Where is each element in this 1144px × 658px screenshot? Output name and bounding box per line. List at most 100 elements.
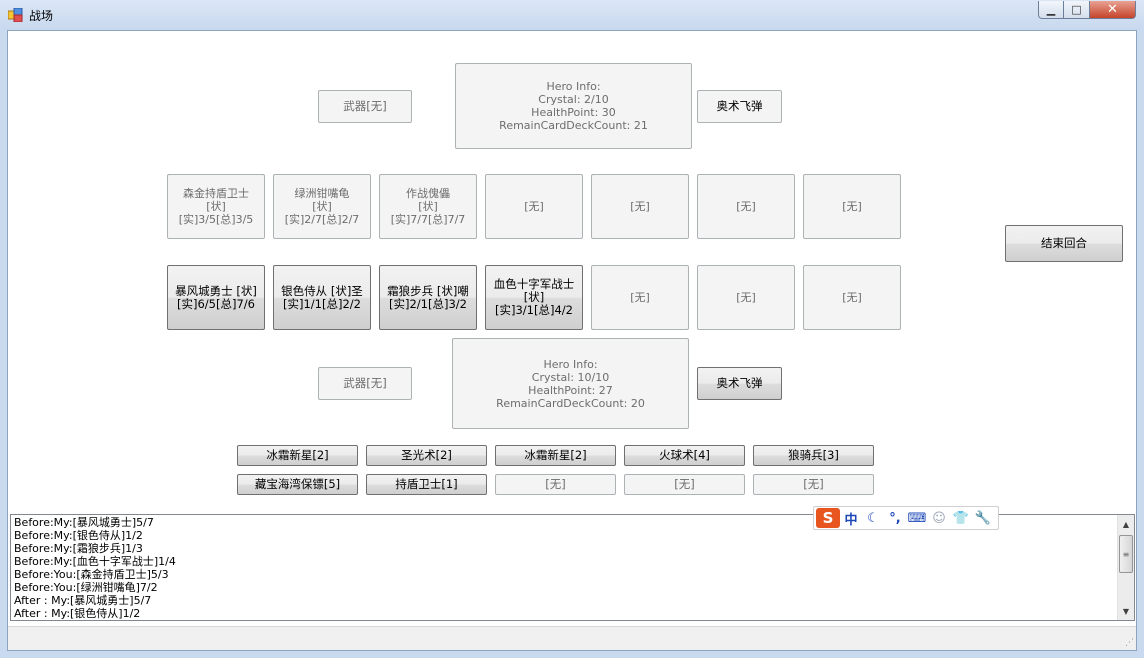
log-line: Before:My:[霜狼步兵]1/3 bbox=[14, 542, 143, 555]
my-minion-slot-2[interactable]: 银色侍从 [状]圣 [实]1/1[总]2/2 bbox=[273, 265, 371, 330]
enemy-minion-slot-1[interactable]: 森金持盾卫士 [状] [实]3/5[总]3/5 bbox=[167, 174, 265, 239]
minion-status: [状] bbox=[418, 200, 438, 213]
log-line: After : My:[银色侍从]1/2 bbox=[14, 607, 141, 620]
minion-empty: [无] bbox=[736, 291, 756, 304]
enemy-weapon-button[interactable]: 武器[无] bbox=[318, 90, 412, 123]
log-line: After : My:[暴风城勇士]5/7 bbox=[14, 594, 152, 607]
hand-card-5[interactable]: 狼骑兵[3] bbox=[753, 445, 874, 466]
ime-halfwidth-icon[interactable]: ☾ bbox=[862, 508, 884, 528]
hand-card-7[interactable]: 持盾卫士[1] bbox=[366, 474, 487, 495]
minion-status: [状] bbox=[312, 200, 332, 213]
minion-name: 霜狼步兵 bbox=[387, 283, 434, 298]
hand-card-6[interactable]: 藏宝海湾保镖[5] bbox=[237, 474, 358, 495]
hand-card-4[interactable]: 火球术[4] bbox=[624, 445, 745, 466]
minion-name: 作战傀儡 bbox=[405, 187, 450, 200]
hand-card-9[interactable]: [无] bbox=[624, 474, 745, 495]
my-hero-info[interactable]: Hero Info: Crystal: 10/10 HealthPoint: 2… bbox=[452, 338, 689, 429]
ime-toolbar: S 中 ☾ °, ⌨ ☺ 👕 🔧 bbox=[813, 506, 999, 530]
minion-stats: [实]3/1[总]4/2 bbox=[495, 303, 573, 317]
scroll-up-icon[interactable]: ▲ bbox=[1118, 516, 1134, 532]
app-icon bbox=[8, 8, 23, 22]
minion-stats: [实]1/1[总]2/2 bbox=[283, 296, 361, 311]
hand-card-3[interactable]: 冰霜新星[2] bbox=[495, 445, 616, 466]
my-hero-health: HealthPoint: 27 bbox=[528, 383, 613, 397]
hand-card-2[interactable]: 圣光术[2] bbox=[366, 445, 487, 466]
enemy-minion-slot-2[interactable]: 绿洲钳嘴龟 [状] [实]2/7[总]2/7 bbox=[273, 174, 371, 239]
my-hero-deck-count: RemainCardDeckCount: 20 bbox=[496, 396, 645, 410]
scroll-down-icon[interactable]: ▼ bbox=[1118, 603, 1134, 619]
sogou-logo-icon[interactable]: S bbox=[816, 508, 840, 528]
minion-empty: [无] bbox=[842, 291, 862, 304]
ime-user-icon[interactable]: ☺ bbox=[928, 508, 950, 528]
maximize-icon: □ bbox=[1071, 3, 1082, 16]
my-minion-slot-5[interactable]: [无] bbox=[591, 265, 689, 330]
ime-punctuation-icon[interactable]: °, bbox=[884, 508, 906, 528]
my-minion-slot-3[interactable]: 霜狼步兵 [状]嘲 [实]2/1[总]3/2 bbox=[379, 265, 477, 330]
minion-name: 绿洲钳嘴龟 bbox=[294, 187, 350, 200]
end-turn-button[interactable]: 结束回合 bbox=[1005, 225, 1123, 262]
minion-empty: [无] bbox=[630, 200, 650, 213]
battle-log[interactable]: Before:My:[暴风城勇士]5/7 Before:My:[银色侍从]1/2… bbox=[10, 514, 1135, 621]
ime-tools-icon[interactable]: 🔧 bbox=[972, 508, 994, 528]
my-hero-info-line: Hero Info: bbox=[543, 357, 598, 371]
ime-chinese-mode-icon[interactable]: 中 bbox=[840, 508, 862, 528]
battlefield-client: 武器[无] Hero Info: Crystal: 2/10 HealthPoi… bbox=[7, 30, 1137, 651]
my-hero-crystal: Crystal: 10/10 bbox=[531, 370, 610, 384]
minion-name: 银色侍从 bbox=[281, 283, 328, 298]
scroll-thumb[interactable]: ≡ bbox=[1119, 535, 1133, 573]
ime-skin-icon[interactable]: 👕 bbox=[950, 508, 972, 528]
hand-card-10[interactable]: [无] bbox=[753, 474, 874, 495]
log-scrollbar[interactable]: ▲ ≡ ▼ bbox=[1117, 515, 1134, 620]
window-title: 战场 bbox=[29, 9, 54, 23]
minion-status: [状] bbox=[206, 200, 226, 213]
enemy-minion-slot-5[interactable]: [无] bbox=[591, 174, 689, 239]
title-bar: 战场 ▁ □ ✕ bbox=[0, 0, 1144, 30]
enemy-minion-slot-3[interactable]: 作战傀儡 [状] [实]7/7[总]7/7 bbox=[379, 174, 477, 239]
minimize-icon: ▁ bbox=[1046, 3, 1056, 16]
minion-empty: [无] bbox=[524, 200, 544, 213]
resize-grip-icon[interactable]: ⋰ bbox=[1125, 638, 1134, 648]
enemy-hero-health: HealthPoint: 30 bbox=[531, 106, 616, 119]
minion-name: 森金持盾卫士 bbox=[182, 187, 249, 200]
my-minion-slot-1[interactable]: 暴风城勇士 [状] [实]6/5[总]7/6 bbox=[167, 265, 265, 330]
window-controls: ▁ □ ✕ bbox=[1038, 1, 1136, 19]
my-minion-slot-6[interactable]: [无] bbox=[697, 265, 795, 330]
my-hero-power-button[interactable]: 奥术飞弹 bbox=[697, 367, 782, 400]
enemy-hero-deck-count: RemainCardDeckCount: 21 bbox=[499, 119, 648, 132]
minion-status: [状]圣 bbox=[330, 283, 363, 298]
minion-stats: [实]2/7[总]2/7 bbox=[284, 213, 360, 226]
log-line: Before:My:[银色侍从]1/2 bbox=[14, 529, 143, 542]
minion-status: [状]嘲 bbox=[436, 283, 469, 298]
minion-name: 暴风城勇士 bbox=[175, 283, 233, 298]
minion-stats: [实]2/1[总]3/2 bbox=[389, 296, 467, 311]
enemy-minion-slot-6[interactable]: [无] bbox=[697, 174, 795, 239]
minion-status: [状] bbox=[523, 290, 545, 304]
enemy-minion-slot-4[interactable]: [无] bbox=[485, 174, 583, 239]
log-line: Before:My:[暴风城勇士]5/7 bbox=[14, 516, 154, 529]
minion-empty: [无] bbox=[842, 200, 862, 213]
enemy-hero-info-line: Hero Info: bbox=[546, 80, 601, 93]
status-bar: ⋰ bbox=[8, 626, 1136, 650]
log-line: Before:You:[森金持盾卫士]5/3 bbox=[14, 568, 169, 581]
minimize-button[interactable]: ▁ bbox=[1038, 1, 1064, 19]
minion-stats: [实]3/5[总]3/5 bbox=[178, 213, 254, 226]
log-lines: Before:My:[暴风城勇士]5/7 Before:My:[银色侍从]1/2… bbox=[14, 516, 176, 620]
hand-card-1[interactable]: 冰霜新星[2] bbox=[237, 445, 358, 466]
log-line: Before:You:[绿洲钳嘴龟]7/2 bbox=[14, 581, 158, 594]
enemy-hero-crystal: Crystal: 2/10 bbox=[538, 93, 609, 106]
my-weapon-button[interactable]: 武器[无] bbox=[318, 367, 412, 400]
enemy-hero-power-button[interactable]: 奥术飞弹 bbox=[697, 90, 782, 123]
close-icon: ✕ bbox=[1107, 2, 1118, 17]
ime-keyboard-icon[interactable]: ⌨ bbox=[906, 508, 928, 528]
minion-empty: [无] bbox=[630, 291, 650, 304]
minion-empty: [无] bbox=[736, 200, 756, 213]
my-minion-slot-4[interactable]: 血色十字军战士 [状] [实]3/1[总]4/2 bbox=[485, 265, 583, 330]
enemy-hero-info[interactable]: Hero Info: Crystal: 2/10 HealthPoint: 30… bbox=[455, 63, 692, 149]
hand-card-8[interactable]: [无] bbox=[495, 474, 616, 495]
enemy-minion-slot-7[interactable]: [无] bbox=[803, 174, 901, 239]
close-button[interactable]: ✕ bbox=[1090, 1, 1136, 19]
minion-status: [状] bbox=[236, 283, 257, 298]
maximize-button[interactable]: □ bbox=[1064, 1, 1090, 19]
minion-stats: [实]6/5[总]7/6 bbox=[177, 296, 255, 311]
my-minion-slot-7[interactable]: [无] bbox=[803, 265, 901, 330]
